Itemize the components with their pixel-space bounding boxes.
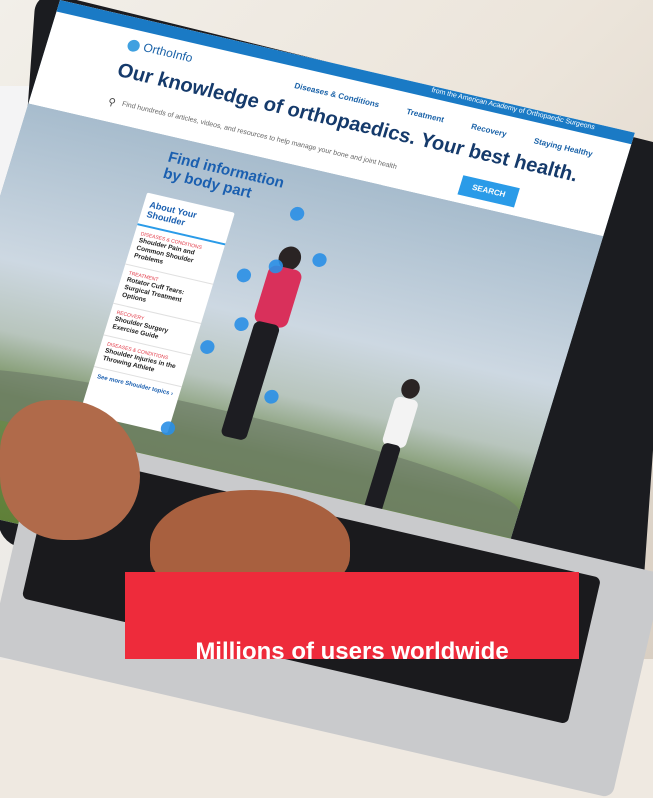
shoulder-card: About Your Shoulder DISEASES & CONDITION… <box>79 192 235 434</box>
body-part-hotspot[interactable] <box>198 338 217 356</box>
red-banner: Millions of users worldwide <box>125 572 579 665</box>
search-button[interactable]: SEARCH <box>457 175 520 208</box>
search-icon: ⚲ <box>106 96 117 109</box>
nav-item-staying-healthy[interactable]: Staying Healthy <box>533 136 594 158</box>
logo-icon <box>126 38 142 53</box>
girl-top <box>381 395 420 450</box>
logo-text: OrthoInfo <box>141 40 195 65</box>
banner-text: Millions of users worldwide <box>195 638 509 665</box>
nav-item-recovery[interactable]: Recovery <box>470 122 508 139</box>
nav-item-treatment[interactable]: Treatment <box>405 107 445 124</box>
woman-top <box>252 264 304 330</box>
